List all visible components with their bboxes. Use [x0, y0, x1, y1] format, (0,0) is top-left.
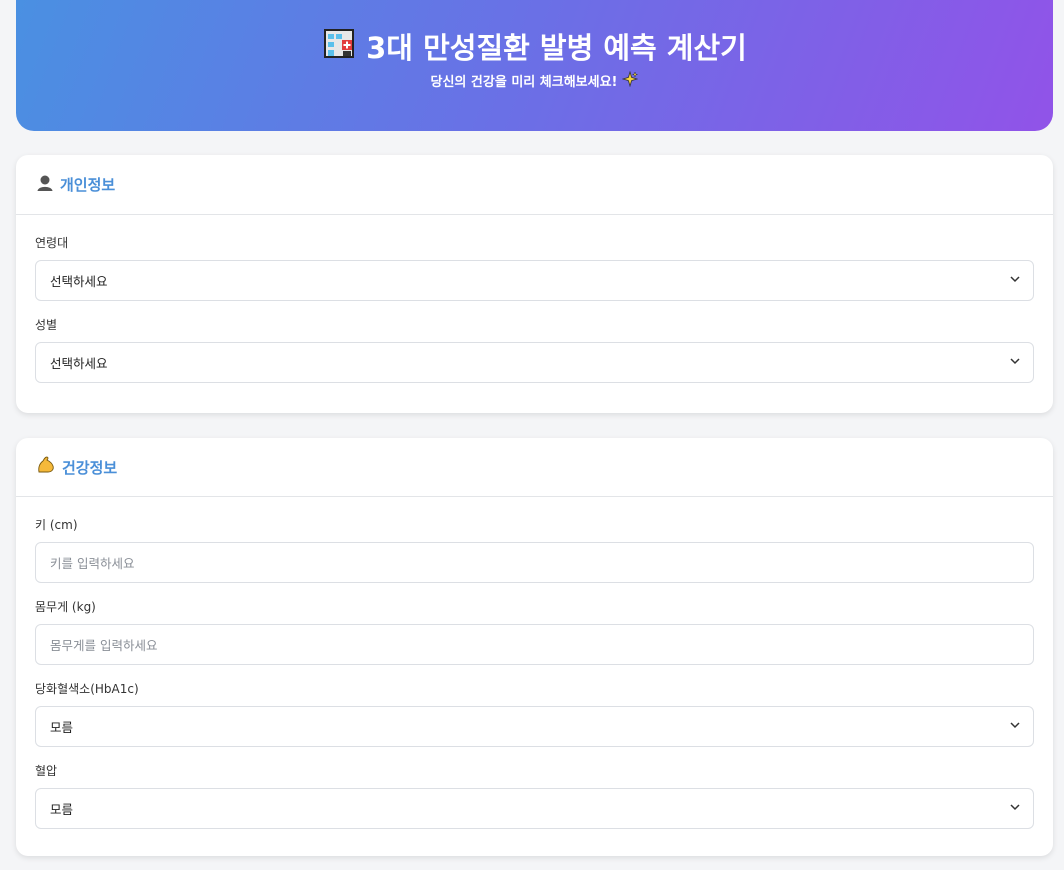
- health-info-header: 건강정보: [16, 438, 1053, 497]
- personal-info-card: 개인정보 연령대 선택하세요 성별 선택하세요: [16, 155, 1053, 413]
- chevron-down-icon: [1009, 273, 1021, 288]
- age-select[interactable]: 선택하세요: [35, 260, 1034, 301]
- page-title: 3대 만성질환 발병 예측 계산기: [366, 31, 747, 65]
- sparkles-icon: [622, 70, 639, 94]
- page-title-row: 3대 만성질환 발병 예측 계산기: [16, 26, 1053, 70]
- age-select-value: 선택하세요: [50, 274, 108, 289]
- height-label: 키 (cm): [35, 518, 78, 532]
- health-info-card: 건강정보 키 (cm) 키를 입력하세요 몸무게 (kg) 몸무게를 입력하세요…: [16, 438, 1053, 856]
- gender-select-value: 선택하세요: [50, 356, 108, 371]
- chevron-down-icon: [1009, 719, 1021, 734]
- page-subtitle: 당신의 건강을 미리 체크해보세요!: [430, 74, 618, 90]
- age-label: 연령대: [35, 236, 69, 250]
- hba1c-select-value: 모름: [50, 720, 74, 735]
- page-subtitle-row: 당신의 건강을 미리 체크해보세요!: [16, 70, 1053, 94]
- gender-label: 성별: [35, 318, 58, 332]
- height-input-placeholder: 키를 입력하세요: [50, 556, 135, 571]
- hba1c-label: 당화혈색소(HbA1c): [35, 682, 139, 696]
- height-input[interactable]: 키를 입력하세요: [35, 542, 1034, 583]
- hospital-icon: [322, 26, 356, 70]
- gender-select[interactable]: 선택하세요: [35, 342, 1034, 383]
- blood-pressure-label: 혈압: [35, 764, 58, 778]
- hba1c-select[interactable]: 모름: [35, 706, 1034, 747]
- person-silhouette-icon: [36, 174, 54, 196]
- weight-input-placeholder: 몸무게를 입력하세요: [50, 638, 158, 653]
- blood-pressure-select[interactable]: 모름: [35, 788, 1034, 829]
- page: 3대 만성질환 발병 예측 계산기 당신의 건강을 미리 체크해보세요! 개인정…: [0, 0, 1064, 870]
- header-banner: 3대 만성질환 발병 예측 계산기 당신의 건강을 미리 체크해보세요!: [16, 0, 1053, 131]
- flexed-biceps-icon: [36, 455, 56, 479]
- blood-pressure-select-value: 모름: [50, 802, 74, 817]
- personal-info-title: 개인정보: [60, 176, 116, 194]
- personal-info-header: 개인정보: [16, 155, 1053, 215]
- chevron-down-icon: [1009, 801, 1021, 816]
- chevron-down-icon: [1009, 355, 1021, 370]
- weight-input[interactable]: 몸무게를 입력하세요: [35, 624, 1034, 665]
- weight-label: 몸무게 (kg): [35, 600, 96, 614]
- health-info-title: 건강정보: [62, 458, 118, 477]
